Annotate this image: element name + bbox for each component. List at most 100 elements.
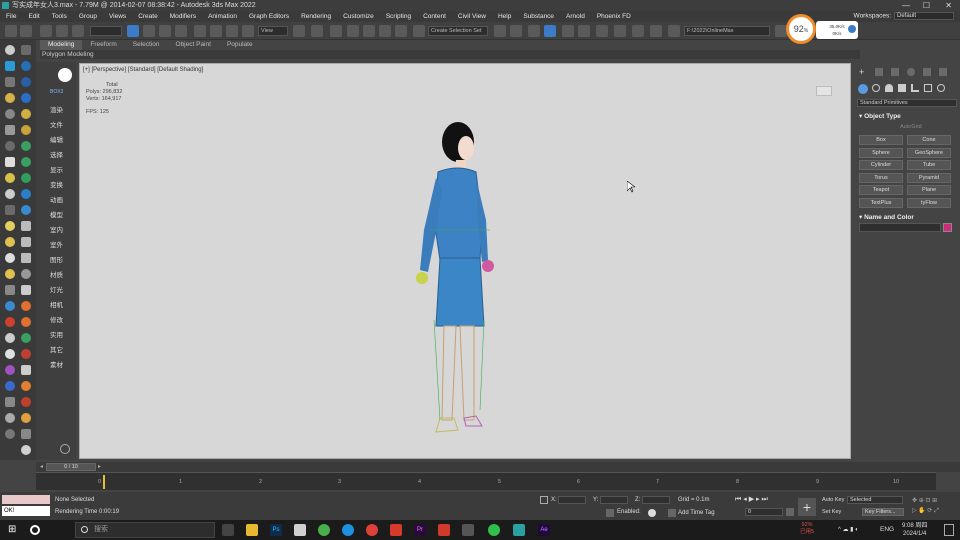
cone-button[interactable]: Cone [907,135,951,145]
cmd-file[interactable]: 文件 [50,119,63,129]
app-red-icon[interactable] [366,524,378,536]
perspective-viewport[interactable]: [+] [Perspective] [Standard] [Default Sh… [79,63,851,459]
move-icon[interactable] [194,25,206,37]
redo-icon[interactable] [20,25,32,37]
playback-controls[interactable]: ⏮ ◂ ▶ ▸ ⏭ [735,496,785,504]
cmd-material[interactable]: 材质 [50,269,63,279]
edge-icon[interactable] [342,524,354,536]
modify-tab-icon[interactable] [875,68,883,76]
cmd-assets[interactable]: 素材 [50,359,63,369]
menu-tools[interactable]: Tools [52,13,67,20]
auto-key-button[interactable]: Auto Key [822,497,844,503]
helpers-icon[interactable] [911,84,919,92]
menu-views[interactable]: Views [109,13,126,20]
tool-icon-5[interactable] [5,77,15,87]
menu-customize[interactable]: Customize [343,13,374,20]
cmd-model[interactable]: 模型 [50,209,63,219]
object-color-swatch[interactable] [943,223,952,232]
menu-file[interactable]: File [6,13,16,20]
spinner-snap-icon[interactable] [395,25,407,37]
selection-set-dropdown[interactable]: Create Selection Set [428,26,488,36]
tool-icon-30[interactable] [21,269,31,279]
create-tab-icon[interactable]: + [859,68,867,77]
file-explorer-icon[interactable] [246,524,258,536]
photoshop-icon[interactable]: Ps [270,524,282,536]
menu-modifiers[interactable]: Modifiers [170,13,196,20]
tool-icon-47[interactable] [5,413,15,423]
notification-icon[interactable] [944,524,954,536]
x-coord-field[interactable] [558,496,586,504]
rendered-frame-icon[interactable] [650,25,662,37]
tool-icon-11[interactable] [5,125,15,135]
menu-edit[interactable]: Edit [28,13,39,20]
utilities-tab-icon[interactable] [939,68,947,76]
tool-icon-7[interactable] [5,93,15,103]
tool-icon-13[interactable] [5,141,15,151]
tool-icon-3[interactable] [5,61,15,71]
motion-tab-icon[interactable] [907,68,915,76]
sphere-button[interactable]: Sphere [859,148,903,158]
undo-icon[interactable] [5,25,17,37]
tool-icon-10[interactable] [21,109,31,119]
teapot-button[interactable]: Teapot [859,185,903,195]
tool-icon-39[interactable] [5,349,15,359]
torus-button[interactable]: Torus [859,173,903,183]
cmd-select[interactable]: 选择 [50,149,63,159]
angle-snap-icon[interactable] [363,25,375,37]
pivot-icon[interactable] [293,25,305,37]
set-key-button[interactable]: Set Key [822,509,841,515]
tool-icon-6[interactable] [21,77,31,87]
input-language[interactable]: ENG [880,526,894,533]
tool-icon-29[interactable] [5,269,15,279]
window-crossing-icon[interactable] [175,25,187,37]
tool-icon-41[interactable] [5,365,15,375]
display-tab-icon[interactable] [923,68,931,76]
reference-coordinate-dropdown[interactable]: View [258,26,288,36]
app-icon-red-2[interactable] [438,524,450,536]
tool-icon-37[interactable] [5,333,15,343]
menu-scripting[interactable]: Scripting [386,13,411,20]
fire-icon[interactable] [21,301,31,311]
project-path-field[interactable]: F:\2022\OnlineMax [684,26,770,36]
current-frame-marker[interactable] [103,475,105,489]
select-object-icon[interactable] [127,25,139,37]
tool-icon-8[interactable] [21,93,31,103]
bind-space-warp-icon[interactable] [72,25,84,37]
tool-icon-22[interactable] [21,205,31,215]
tool-icon-16[interactable] [21,157,31,167]
tool-icon-31[interactable] [5,285,15,295]
shapes-icon[interactable] [872,84,880,92]
lock-selection-icon[interactable] [540,496,548,504]
menu-phoenix-fd[interactable]: Phoenix FD [597,13,631,20]
lights-icon[interactable] [885,84,893,92]
tool-icon-20[interactable] [21,189,31,199]
object-type-rollout[interactable]: ▾ Object Type [859,112,901,120]
material-editor-icon[interactable] [614,25,626,37]
render-setup-icon[interactable] [632,25,644,37]
tool-icon-45[interactable] [5,397,15,407]
cmd-animation[interactable]: 动画 [50,194,63,204]
selection-filter-dropdown[interactable] [90,26,122,36]
cmd-other[interactable]: 其它 [50,344,63,354]
tool-icon-33[interactable] [5,301,15,311]
snap-3d-icon[interactable] [347,25,359,37]
taskbar-search-box[interactable]: 搜索 [75,522,215,538]
tool-icon-40[interactable] [21,349,31,359]
align-icon[interactable] [510,25,522,37]
time-slider-next[interactable]: ▸ [98,463,101,470]
toggle-ribbon-icon[interactable] [562,25,574,37]
time-slider-thumb[interactable]: 0 / 10 [46,463,96,471]
stop-icon[interactable] [21,253,31,263]
systems-icon[interactable] [937,84,945,92]
tool-icon-48[interactable] [21,413,31,423]
z-coord-field[interactable] [642,496,670,504]
current-frame-field[interactable]: 0 [745,508,783,516]
maxscript-output[interactable]: OK! [2,506,50,516]
tab-freeform[interactable]: Freeform [82,40,124,50]
keyboard-shortcut-icon[interactable] [330,25,342,37]
cmd-shape[interactable]: 图形 [50,254,63,264]
viewport-navigation-controls[interactable]: ✥ ⊕ ⊡ ⊞ ▷ ✋ ⟳ ⤢ [912,496,956,516]
3dsmax-taskbar-icon[interactable] [513,524,525,536]
woman-character-model[interactable] [400,120,510,440]
viewport-label[interactable]: [+] [Perspective] [Standard] [Default Sh… [83,67,203,73]
